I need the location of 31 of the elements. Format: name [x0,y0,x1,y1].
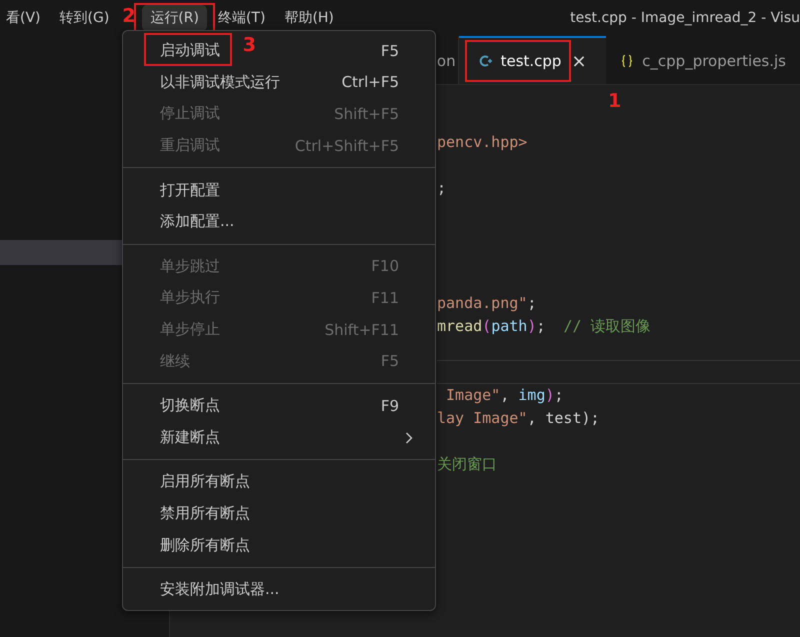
editor-tab[interactable]: c_cpp_properties.js [606,36,800,84]
menu-bar-item[interactable]: 转到(G) [52,5,118,31]
menu-item[interactable]: 新建断点 [123,422,435,454]
editor-tab[interactable]: test.cpp × [458,36,606,84]
menu-item[interactable]: 启用所有断点 [123,466,435,498]
menu-item[interactable]: 以非调试模式运行 Ctrl+F5 [123,66,435,98]
callout-number: 1 [608,92,622,111]
code-line: panda.png"; [437,294,536,312]
code-line: 关闭窗口 [437,455,497,473]
menu-item[interactable]: 禁用所有断点 [123,498,435,530]
close-button[interactable]: × [571,50,587,72]
code-line: lay Image", test); [437,409,600,427]
menu-bar-item[interactable]: 看(V) [0,5,49,31]
menu-item[interactable]: 安装附加调试器... [123,574,435,606]
menu-item[interactable]: 打开配置 [123,174,435,206]
window-title: test.cpp - Image_imread_2 - Visu [570,10,800,26]
braces-icon [620,54,634,68]
menu-item[interactable]: 删除所有断点 [123,529,435,561]
code-line: mread(path); // 读取图像 [437,317,651,335]
code-line: Image", img); [445,386,564,404]
menu-bar-item[interactable]: 帮助(H) [276,5,342,31]
menu-item[interactable]: 切换断点 F9 [123,390,435,422]
menu-item[interactable]: 添加配置... [123,206,435,238]
menu-bar-item[interactable]: 运行(R) [142,5,207,31]
callout-number: 3 [242,36,256,56]
menu-item[interactable]: 启动调试 3 F5 [123,35,435,67]
code-line: pencv.hpp> [437,133,528,151]
code-line: ; [437,179,446,197]
cpp-file-icon [478,54,493,68]
callout-number: 2 [122,7,136,26]
menu-bar-item[interactable]: 终端(T) [210,5,274,31]
